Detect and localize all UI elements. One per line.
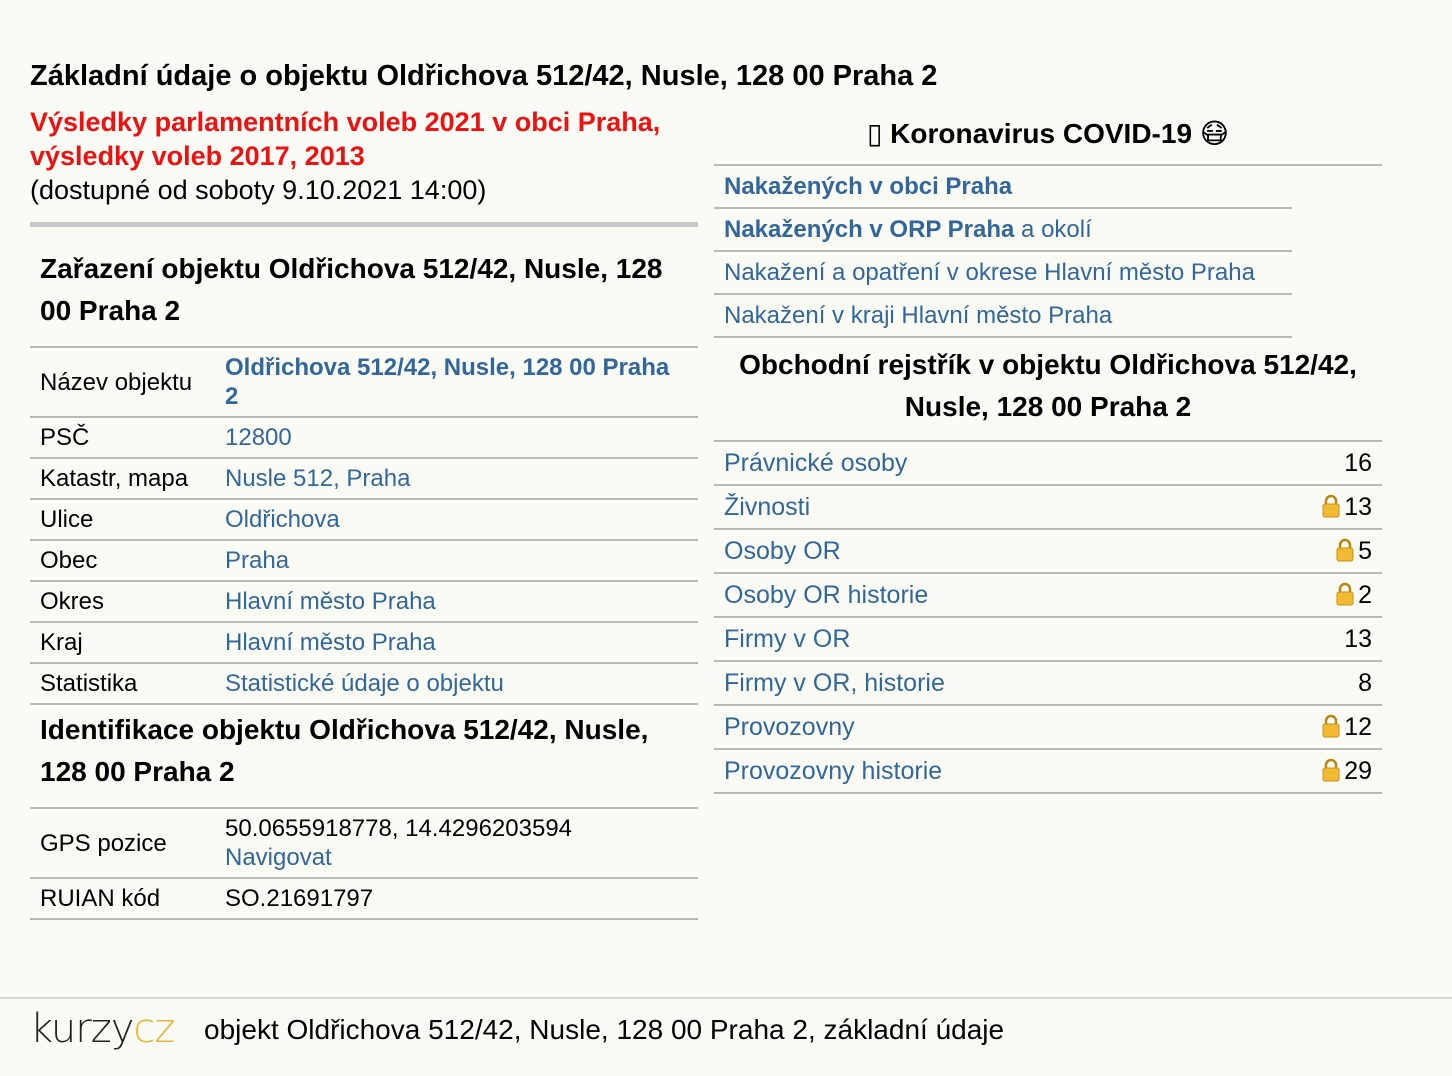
table-row: Okres Hlavní město Praha (30, 581, 698, 622)
row-label: Obec (40, 547, 98, 574)
lock-icon (1322, 714, 1340, 738)
statistika-link[interactable]: Statistické údaje o objektu (225, 670, 504, 697)
table-row: Firmy v OR, historie 8 (714, 661, 1382, 705)
ruian-code: SO.21691797 (225, 885, 374, 912)
row-label: Název objektu (40, 368, 193, 396)
table-row: PSČ 12800 (30, 417, 698, 458)
covid-kraj-link[interactable]: Nakažení v kraji Hlavní město Praha (724, 302, 1112, 329)
table-row: Provozovny 12 (714, 705, 1382, 749)
count-value: 5 (1358, 537, 1372, 565)
list-item: Nakažení v kraji Hlavní město Praha (714, 295, 1292, 338)
covid-orp-okoli-link[interactable]: a okolí (1021, 216, 1092, 243)
lock-icon (1336, 582, 1354, 606)
object-name-link[interactable]: Oldřichova 512/42, Nusle, 128 00 Praha 2 (225, 354, 669, 410)
identifikace-title: Identifikace objektu Oldřichova 512/42, … (40, 714, 649, 787)
table-row: Osoby OR historie 2 (714, 573, 1382, 617)
rejstrik-link[interactable]: Osoby OR (724, 537, 841, 565)
count-value: 2 (1358, 581, 1372, 609)
covid-okres-link[interactable]: Nakažení a opatření v okrese Hlavní měst… (724, 259, 1255, 286)
logo-text: kurzy (30, 1006, 134, 1052)
left-column: Zařazení objektu Oldřichova 512/42, Nusl… (30, 240, 698, 920)
rejstrik-link[interactable]: Firmy v OR (724, 625, 850, 653)
table-row: Kraj Hlavní město Praha (30, 622, 698, 663)
table-row: Statistika Statistické údaje o objektu (30, 663, 698, 704)
gps-coordinates: 50.0655918778, 14.4296203594 (225, 815, 573, 842)
table-row: Obec Praha (30, 540, 698, 581)
covid-obec-link[interactable]: Nakažených v obci Praha (724, 173, 1012, 200)
row-label: Kraj (40, 629, 83, 656)
okres-link[interactable]: Hlavní město Praha (225, 588, 436, 615)
logo-accent-text: cz (133, 1006, 175, 1052)
table-row: Katastr, mapa Nusle 512, Praha (30, 458, 698, 499)
rejstrik-link[interactable]: Živnosti (724, 493, 810, 521)
rejstrik-title: Obchodní rejstřík v objektu Oldřichova 5… (739, 349, 1357, 422)
rejstrik-table: Právnické osoby 16 Živnosti 13 Osoby OR 5 Osob… (714, 440, 1382, 794)
lock-icon (1336, 538, 1354, 562)
kurzy-logo[interactable]: kurzycz (30, 1006, 175, 1052)
lock-icon (1322, 494, 1340, 518)
right-column: ▯ Koronavirus COVID-19 😷 Nakažených v ob… (714, 110, 1382, 794)
footer-divider (0, 997, 1452, 999)
rejstrik-link[interactable]: Provozovny historie (724, 757, 942, 785)
navigate-link[interactable]: Navigovat (225, 844, 332, 871)
election-block: Výsledky parlamentních voleb 2021 v obci… (30, 105, 690, 207)
covid-list: Nakažených v obci Praha Nakažených v ORP… (714, 166, 1292, 338)
row-label: PSČ (40, 424, 90, 451)
zarazeni-title: Zařazení objektu Oldřichova 512/42, Nusl… (40, 253, 663, 326)
katastr-link[interactable]: Nusle 512, Praha (225, 465, 410, 492)
rejstrik-link[interactable]: Osoby OR historie (724, 581, 928, 609)
table-row: Osoby OR 5 (714, 529, 1382, 573)
zarazeni-table: Název objektu Oldřichova 512/42, Nusle, … (30, 346, 698, 705)
list-item: Nakažení a opatření v okrese Hlavní měst… (714, 252, 1292, 295)
row-label: GPS pozice (40, 829, 167, 857)
table-row: Ulice Oldřichova (30, 499, 698, 540)
count-value: 16 (1344, 449, 1372, 477)
table-row: Provozovny historie 29 (714, 749, 1382, 793)
count-value: 12 (1344, 713, 1372, 741)
election-availability-note: (dostupné od soboty 9.10.2021 14:00) (30, 175, 487, 205)
obec-link[interactable]: Praha (225, 547, 289, 574)
covid-title: ▯ Koronavirus COVID-19 😷 (714, 110, 1382, 158)
kraj-link[interactable]: Hlavní město Praha (225, 629, 436, 656)
list-item: Nakažených v obci Praha (714, 166, 1292, 209)
row-label: Katastr, mapa (40, 465, 189, 492)
election-results-link[interactable]: Výsledky parlamentních voleb 2021 v obci… (30, 107, 660, 171)
psc-link[interactable]: 12800 (225, 424, 292, 451)
missing-glyph-icon: ▯ (866, 118, 883, 149)
count-value: 29 (1344, 757, 1372, 785)
table-row: RUIAN kód SO.21691797 (30, 878, 698, 919)
count-value: 8 (1358, 669, 1372, 697)
covid-title-text: Koronavirus COVID-19 (890, 118, 1193, 149)
page-title: Základní údaje o objektu Oldřichova 512/… (30, 60, 938, 92)
rejstrik-link[interactable]: Právnické osoby (724, 449, 907, 477)
table-row: GPS pozice 50.0655918778, 14.4296203594 … (30, 808, 698, 878)
table-row: Právnické osoby 16 (714, 441, 1382, 485)
row-label: RUIAN kód (40, 885, 161, 912)
row-label: Statistika (40, 670, 138, 697)
count-value: 13 (1344, 493, 1372, 521)
row-label: Okres (40, 588, 105, 615)
covid-orp-link[interactable]: Nakažených v ORP Praha (724, 216, 1014, 243)
rejstrik-link[interactable]: Firmy v OR, historie (724, 669, 945, 697)
identifikace-table: GPS pozice 50.0655918778, 14.4296203594 … (30, 807, 698, 920)
lock-icon (1322, 758, 1340, 782)
table-row: Název objektu Oldřichova 512/42, Nusle, … (30, 347, 698, 417)
divider (30, 222, 698, 227)
rejstrik-link[interactable]: Provozovny (724, 713, 855, 741)
count-value: 13 (1344, 625, 1372, 653)
ulice-link[interactable]: Oldřichova (225, 506, 340, 533)
row-label: Ulice (40, 506, 94, 533)
list-item: Nakažených v ORP Praha a okolí (714, 209, 1292, 252)
footer-caption: objekt Oldřichova 512/42, Nusle, 128 00 … (204, 1014, 1005, 1045)
face-mask-icon: 😷 (1199, 117, 1230, 150)
table-row: Živnosti 13 (714, 485, 1382, 529)
table-row: Firmy v OR 13 (714, 617, 1382, 661)
